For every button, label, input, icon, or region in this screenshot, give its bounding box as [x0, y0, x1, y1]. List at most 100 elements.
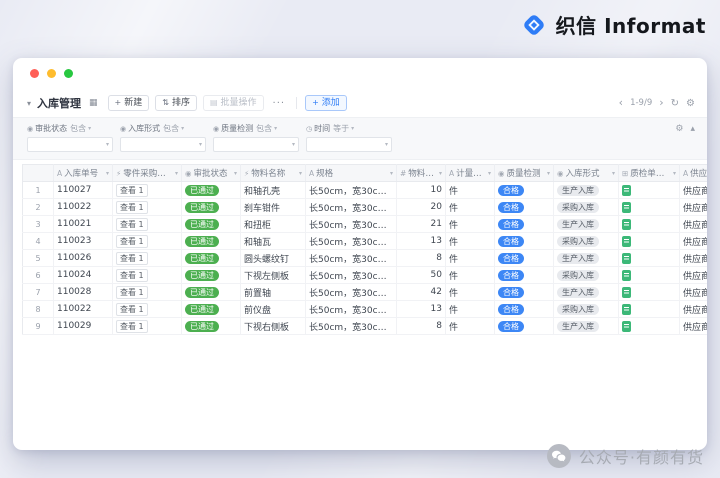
settings-gear-icon[interactable]: ⚙ — [686, 98, 695, 109]
column-header[interactable]: ◉入库形式▾ — [554, 165, 619, 182]
inbound-type-badge: 生产入库 — [557, 321, 599, 332]
filter-label[interactable]: ◷时间等于▾ — [306, 123, 392, 134]
column-header-blank[interactable] — [23, 165, 54, 182]
chevron-down-icon: ▾ — [351, 125, 354, 132]
chevron-down-icon[interactable]: ▾ — [27, 99, 31, 108]
view-record-button[interactable]: 查看 1 — [116, 184, 148, 197]
column-header[interactable]: ⚡物料名称▾ — [241, 165, 306, 182]
table-row[interactable]: 6110024查看 1已通过下视左侧板长50cm，宽30cm的SY150件合格采… — [23, 267, 708, 284]
column-header[interactable]: ◉审批状态▾ — [182, 165, 241, 182]
app-window: ▾ 入库管理 ▦ +新建 ⇅排序 ▤批量操作 ··· +添加 ‹ 1-9/9 ›… — [13, 58, 707, 450]
table-row[interactable]: 4110023查看 1已通过和轴瓦长50cm，宽30cm的SY113件合格采购入… — [23, 233, 708, 250]
attachment-thumbnail-icon[interactable] — [622, 253, 631, 264]
view-record-button[interactable]: 查看 1 — [116, 286, 148, 299]
wechat-icon — [547, 444, 571, 468]
next-page-icon[interactable]: › — [659, 98, 663, 108]
view-record-button[interactable]: 查看 1 — [116, 252, 148, 265]
qc-result-badge: 合格 — [498, 219, 524, 230]
filter-value-input[interactable]: ▾ — [120, 137, 206, 152]
filter-value-input[interactable]: ▾ — [306, 137, 392, 152]
collapse-filters-icon[interactable]: ▴ — [690, 124, 695, 134]
filter-value-input[interactable]: ▾ — [213, 137, 299, 152]
column-header[interactable]: A入库单号▾ — [54, 165, 113, 182]
attachment-thumbnail-icon[interactable] — [622, 270, 631, 281]
maximize-window-button[interactable] — [64, 69, 73, 78]
material-cell: 前置轴 — [241, 284, 306, 301]
view-record-button[interactable]: 查看 1 — [116, 218, 148, 231]
table-row[interactable]: 3110021查看 1已通过和扭柜长50cm，宽30cm的SY121件合格生产入… — [23, 216, 708, 233]
row-index: 8 — [23, 301, 54, 318]
approval-status-badge: 已通过 — [185, 236, 219, 247]
view-record-button[interactable]: 查看 1 — [116, 201, 148, 214]
table-row[interactable]: 1110027查看 1已通过和轴孔壳长50cm，宽30cm的SY110件合格生产… — [23, 182, 708, 199]
attachment-thumbnail-icon[interactable] — [622, 202, 631, 213]
sort-button[interactable]: ⇅排序 — [155, 95, 197, 111]
pagination-controls: ‹ 1-9/9 › ↻ ⚙ — [619, 98, 695, 109]
attachment-cell — [619, 250, 680, 267]
filter-value-input[interactable]: ▾ — [27, 137, 113, 152]
table-row[interactable]: 8110022查看 1已通过前仪盘长50cm，宽30cm的SY113件合格采购入… — [23, 301, 708, 318]
plan-cell: 查看 1 — [113, 199, 182, 216]
new-button[interactable]: +新建 — [108, 95, 150, 111]
attachment-thumbnail-icon[interactable] — [622, 321, 631, 332]
supplier-cell: 供应商1 — [680, 250, 708, 267]
unit-cell: 件 — [446, 199, 495, 216]
material-cell: 和轴瓦 — [241, 233, 306, 250]
table-row[interactable]: 7110028查看 1已通过前置轴长50cm，宽30cm的SY142件合格生产入… — [23, 284, 708, 301]
column-header[interactable]: #物料数量▾ — [397, 165, 446, 182]
qty-cell: 13 — [397, 233, 446, 250]
chevron-down-icon: ▾ — [181, 125, 184, 132]
column-header[interactable]: ⊞质检单附件▾ — [619, 165, 680, 182]
view-grid-icon[interactable]: ▦ — [89, 98, 98, 108]
refresh-icon[interactable]: ↻ — [671, 98, 679, 109]
more-button[interactable]: ··· — [270, 98, 289, 109]
column-header[interactable]: A计量单位▾ — [446, 165, 495, 182]
spec-cell: 长50cm，宽30cm的SY1 — [306, 250, 397, 267]
approval-cell: 已通过 — [182, 301, 241, 318]
material-cell: 下视左侧板 — [241, 267, 306, 284]
attachment-thumbnail-icon[interactable] — [622, 219, 631, 230]
material-cell: 和扭柜 — [241, 216, 306, 233]
material-cell: 刹车钳件 — [241, 199, 306, 216]
view-record-button[interactable]: 查看 1 — [116, 303, 148, 316]
batch-actions-button[interactable]: ▤批量操作 — [203, 95, 264, 111]
filter-column: ◉审批状态包含▾ ▾ — [27, 123, 113, 152]
filter-label[interactable]: ◉质量检测包含▾ — [213, 123, 299, 134]
add-button[interactable]: +添加 — [305, 95, 347, 111]
table-row[interactable]: 5110026查看 1已通过圆头螺纹钉长50cm，宽30cm的SY18件合格生产… — [23, 250, 708, 267]
column-header-label: 入库形式 — [566, 167, 600, 179]
view-record-button[interactable]: 查看 1 — [116, 320, 148, 333]
attachment-thumbnail-icon[interactable] — [622, 236, 631, 247]
column-header[interactable]: ◉质量检测▾ — [495, 165, 554, 182]
qty-cell: 8 — [397, 250, 446, 267]
attachment-cell — [619, 199, 680, 216]
filter-label[interactable]: ◉入库形式包含▾ — [120, 123, 206, 134]
batch-icon: ▤ — [210, 96, 218, 110]
attachment-thumbnail-icon[interactable] — [622, 185, 631, 196]
view-record-button[interactable]: 查看 1 — [116, 235, 148, 248]
minimize-window-button[interactable] — [47, 69, 56, 78]
prev-page-icon[interactable]: ‹ — [619, 98, 623, 108]
row-index: 9 — [23, 318, 54, 335]
chevron-down-icon: ▾ — [199, 141, 202, 148]
close-window-button[interactable] — [30, 69, 39, 78]
column-header-label: 计量单位 — [456, 167, 486, 179]
inbound-type-cell: 采购入库 — [554, 267, 619, 284]
approval-cell: 已通过 — [182, 284, 241, 301]
table-row[interactable]: 9110029查看 1已通过下视右侧板长50cm，宽30cm的SY18件合格生产… — [23, 318, 708, 335]
table-row[interactable]: 2110022查看 1已通过刹车钳件长50cm，宽30cm的SY120件合格采购… — [23, 199, 708, 216]
field-type-icon: A — [683, 169, 688, 178]
attachment-thumbnail-icon[interactable] — [622, 304, 631, 315]
filter-label[interactable]: ◉审批状态包含▾ — [27, 123, 113, 134]
attachment-thumbnail-icon[interactable] — [622, 287, 631, 298]
column-header[interactable]: A规格▾ — [306, 165, 397, 182]
column-header[interactable]: ⚡零件采购计划▾ — [113, 165, 182, 182]
view-record-button[interactable]: 查看 1 — [116, 269, 148, 282]
filter-settings-gear-icon[interactable]: ⚙ — [675, 124, 683, 134]
column-header[interactable]: A供应商▾ — [680, 165, 708, 182]
chevron-down-icon: ▾ — [673, 170, 676, 177]
chevron-down-icon: ▾ — [106, 170, 109, 177]
qc-cell: 合格 — [495, 284, 554, 301]
approval-cell: 已通过 — [182, 216, 241, 233]
field-type-icon: ⚡ — [244, 169, 249, 178]
